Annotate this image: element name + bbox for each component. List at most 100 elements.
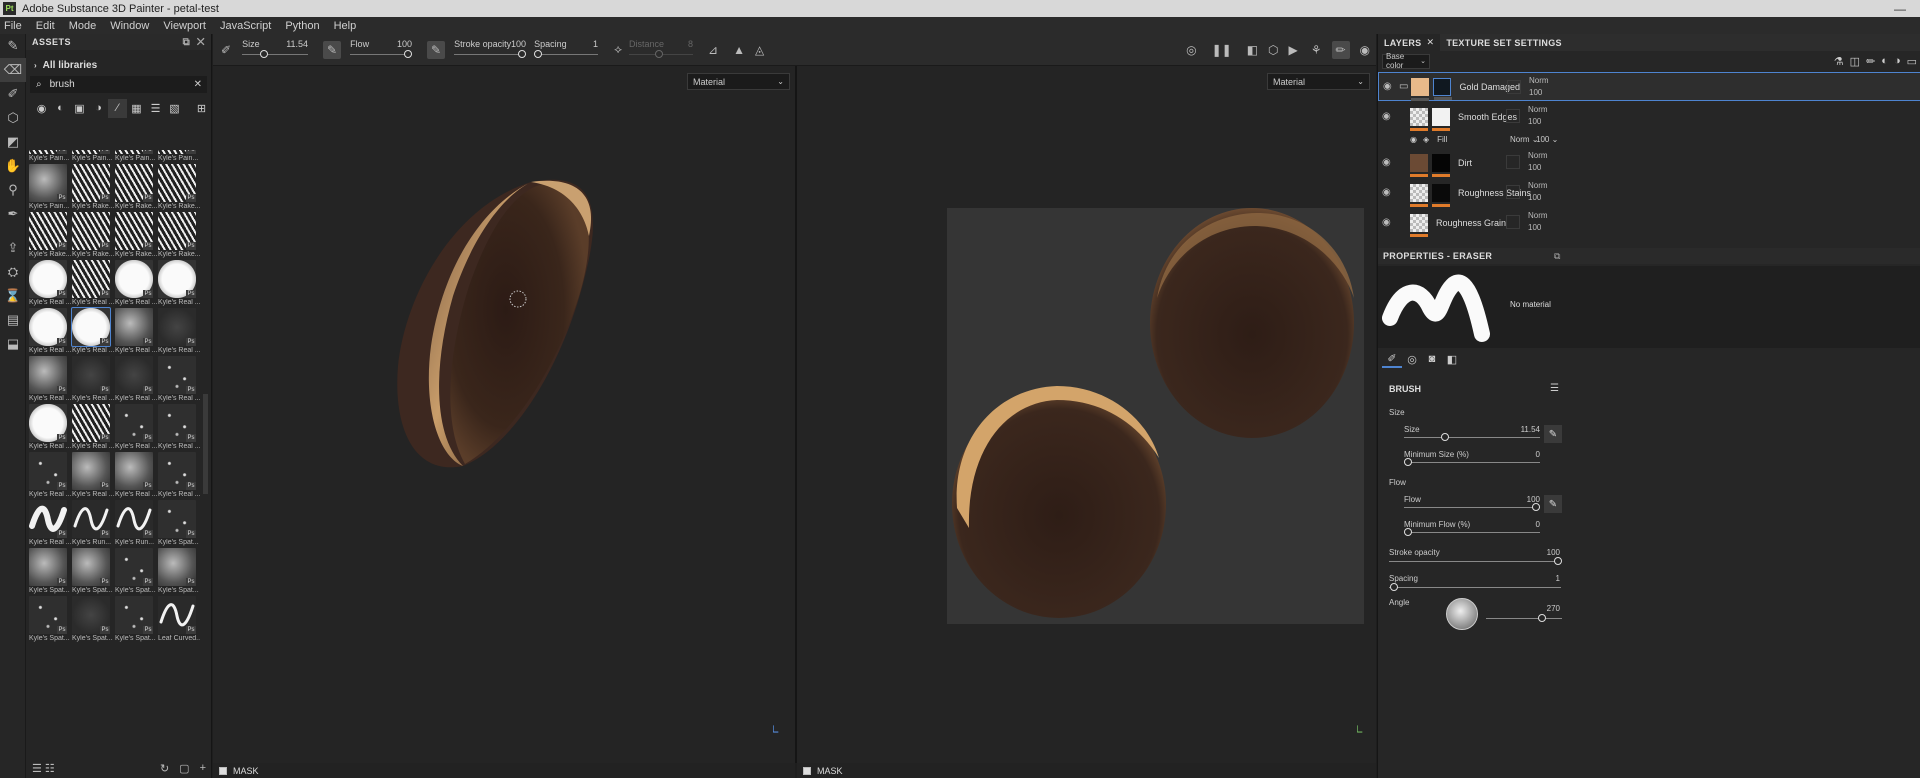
brush-asset[interactable]: Ps Kyle's Real ... <box>29 356 71 404</box>
layer-opacity[interactable]: 100 <box>1528 117 1541 126</box>
asset-search[interactable]: ⌕ brush ✕ <box>30 76 207 93</box>
pen-pressure-icon[interactable]: ✎ <box>1544 495 1562 513</box>
brush-asset[interactable]: Ps Kyle's Rake... <box>115 164 157 212</box>
split-view-icon[interactable]: ◧ <box>1247 43 1258 57</box>
brush-asset[interactable]: Ps Kyle's Spat... <box>115 596 157 644</box>
layer-opacity[interactable]: 100 <box>1528 163 1541 172</box>
visibility-eye-icon[interactable]: ◉ <box>1383 81 1397 92</box>
brush-asset[interactable]: Ps Kyle's Real ... <box>158 356 200 404</box>
refresh-icon[interactable]: ↻ <box>160 762 169 775</box>
brush-asset[interactable]: Ps Kyle's Real ... <box>115 308 157 356</box>
size-knob[interactable] <box>260 49 269 58</box>
visibility-eye-icon[interactable]: ◉ <box>1382 111 1396 122</box>
blend-mode[interactable]: Norm <box>1528 211 1548 220</box>
brush-asset[interactable]: Ps Kyle's Real ... <box>115 404 157 452</box>
brush-spacing-knob[interactable] <box>1390 583 1398 591</box>
smart-material-filter-icon[interactable]: ◐ <box>51 99 70 118</box>
brush-asset[interactable]: Ps Kyle's Real ... <box>71 307 114 356</box>
visibility-eye-icon[interactable]: ◉ <box>1410 135 1417 144</box>
layer-opacity[interactable]: 100 <box>1528 193 1541 202</box>
flow-slider[interactable]: Flow 100 <box>350 36 413 64</box>
material-tab-icon[interactable]: ◧ <box>1442 350 1462 368</box>
brush-asset[interactable]: Ps Kyle's Spat... <box>158 500 200 548</box>
pen-pressure-icon[interactable]: ✎ <box>1544 425 1562 443</box>
blend-mode[interactable]: Norm <box>1529 76 1549 85</box>
projection-icon[interactable]: ✐ <box>0 82 26 106</box>
brush-asset[interactable]: Ps Kyle's Real ... <box>72 356 114 404</box>
pause-icon[interactable]: ❚❚ <box>1212 43 1232 57</box>
hide-icon[interactable]: ◎ <box>1186 43 1196 57</box>
brush-asset[interactable]: Ps Kyle's Real ... <box>158 404 200 452</box>
screenshot-icon[interactable]: ◉ <box>1360 43 1370 57</box>
brush-asset[interactable]: Ps Kyle's Real ... <box>29 260 71 308</box>
search-input[interactable]: brush <box>50 79 75 90</box>
symmetry-icon[interactable]: ▲ <box>733 43 745 57</box>
layer-row[interactable]: ◉ Dirt Norm 100 <box>1378 148 1920 177</box>
eraser-icon[interactable]: ⌫ <box>0 58 26 82</box>
filter-list-icon[interactable]: ☰ ☷ <box>32 762 55 775</box>
brush-asset[interactable]: Ps Kyle's Spat... <box>158 548 200 596</box>
fill-blend[interactable]: Norm ⌄ <box>1510 135 1538 144</box>
brush-asset[interactable]: Ps Kyle's Real ... <box>72 404 114 452</box>
add-fill-layer-icon[interactable]: ◐ <box>1881 55 1888 68</box>
add-mask-icon[interactable]: ◫ <box>1850 55 1860 68</box>
brush-angle-knob[interactable] <box>1538 614 1546 622</box>
viewport-2d-mode-select[interactable]: Material ⌄ <box>1267 73 1370 90</box>
brush-asset[interactable]: Ps Kyle's Pain... <box>29 164 71 212</box>
brush-opacity-knob[interactable] <box>1554 557 1562 565</box>
material-filter-icon[interactable]: ◉ <box>32 99 51 118</box>
document-icon[interactable]: ▤ <box>0 308 26 332</box>
environment-filter-icon[interactable]: ▧ <box>165 99 184 118</box>
pen-pressure-size-icon[interactable]: ✎ <box>323 40 342 59</box>
texture-filter-icon[interactable]: ▣ <box>70 99 89 118</box>
color-picker-icon[interactable]: ✒ <box>0 202 26 226</box>
brush-asset[interactable]: Ps Kyle's Pain... <box>158 150 200 164</box>
line-mode-icon[interactable]: ⊿ <box>708 43 718 57</box>
tab-texture-set-settings[interactable]: TEXTURE SET SETTINGS <box>1440 34 1568 51</box>
layer-opacity[interactable]: 100 <box>1529 88 1542 97</box>
clear-search-icon[interactable]: ✕ <box>194 79 202 90</box>
add-smart-icon[interactable]: ◑ <box>1894 55 1901 68</box>
mask-thumbnail[interactable] <box>1432 183 1450 207</box>
alpha-tab-icon[interactable]: ◎ <box>1402 350 1422 368</box>
spacing-knob[interactable] <box>534 49 543 58</box>
angle-dial[interactable] <box>1446 598 1478 630</box>
mask-toggle-3d[interactable]: MASK <box>213 763 795 778</box>
menu-python[interactable]: Python <box>285 20 319 32</box>
visibility-eye-icon[interactable]: ◉ <box>1382 187 1396 198</box>
add-effect-icon[interactable]: ⚗ <box>1834 55 1844 68</box>
tab-layers[interactable]: LAYERS ✕ <box>1378 34 1441 51</box>
mask-thumbnail[interactable] <box>1433 77 1453 100</box>
brush-asset[interactable]: Ps Kyle's Spat... <box>115 548 157 596</box>
add-icon[interactable]: + <box>200 762 206 775</box>
brush-angle-track[interactable] <box>1486 618 1562 619</box>
blend-mode[interactable]: Norm <box>1528 105 1548 114</box>
brush-asset[interactable]: Ps Kyle's Real ... <box>29 452 71 500</box>
brush-asset[interactable]: Ps Leaf Curved... <box>158 596 200 644</box>
clone-icon[interactable]: ⚲ <box>0 178 26 202</box>
mask-thumbnail[interactable] <box>1432 153 1450 177</box>
mask-checkbox[interactable] <box>803 766 811 775</box>
brush-filter-icon[interactable]: ⁄ <box>108 98 127 118</box>
brush-flow-track[interactable] <box>1404 507 1540 508</box>
mask-toggle-2d[interactable]: MASK <box>797 763 1376 778</box>
panel-float-icon[interactable]: ⧉ ✕ <box>183 37 205 48</box>
fill-opacity[interactable]: 100 ⌄ <box>1536 135 1558 144</box>
2d-viewport[interactable]: Material ⌄ ▕▁ <box>797 66 1376 763</box>
add-paint-layer-icon[interactable]: ✏ <box>1866 55 1875 68</box>
mask-filter-icon[interactable]: ◑ <box>89 99 108 118</box>
folder-icon[interactable]: ▢ <box>179 762 189 775</box>
lazy-mouse-icon[interactable]: ⟡ <box>614 42 622 57</box>
menu-help[interactable]: Help <box>334 20 357 32</box>
layer-row[interactable]: ◉ ▭ Gold Damaged Norm 100 <box>1378 72 1920 101</box>
fill-effect-row[interactable]: ◉ ◈ Fill Norm ⌄ 100 ⌄ <box>1378 131 1920 147</box>
brush-asset[interactable]: Ps Kyle's Spat... <box>29 596 71 644</box>
menu-window[interactable]: Window <box>110 20 149 32</box>
smudge-icon[interactable]: ✋ <box>0 154 26 178</box>
add-folder-icon[interactable]: ▭ <box>1907 55 1917 68</box>
visibility-eye-icon[interactable]: ◉ <box>1382 217 1396 228</box>
grid-view-icon[interactable]: ⊞ <box>192 99 211 118</box>
export-icon[interactable]: ⇪ <box>0 236 26 260</box>
history-icon[interactable]: ⌛ <box>0 284 26 308</box>
brush-asset[interactable]: Ps Kyle's Real ... <box>29 308 71 356</box>
